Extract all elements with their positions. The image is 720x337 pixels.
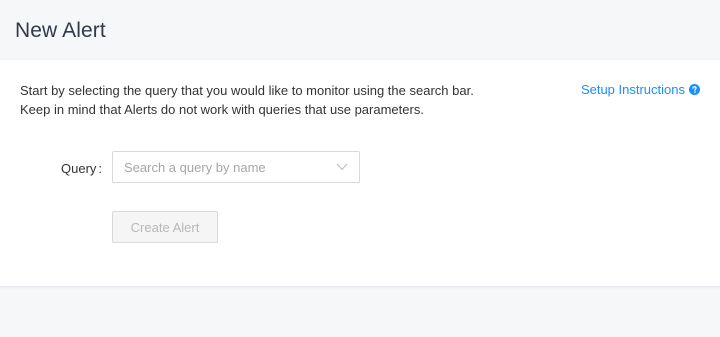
query-select[interactable]: [112, 151, 360, 183]
setup-instructions-link[interactable]: Setup Instructions: [581, 80, 700, 99]
query-search-input[interactable]: [124, 152, 324, 182]
page-header: New Alert: [0, 0, 720, 60]
chevron-down-icon: [336, 163, 348, 171]
intro-text: Start by selecting the query that you wo…: [20, 81, 540, 119]
query-label: Query:: [61, 161, 103, 176]
question-circle-icon: [689, 84, 700, 95]
page-title: New Alert: [15, 19, 106, 42]
intro-line-1: Start by selecting the query that you wo…: [20, 83, 474, 98]
setup-instructions-label: Setup Instructions: [580, 82, 685, 97]
intro-line-2: Keep in mind that Alerts do not work wit…: [20, 102, 424, 117]
new-alert-card: Start by selecting the query that you wo…: [0, 60, 720, 286]
create-alert-button[interactable]: Create Alert: [112, 211, 218, 243]
